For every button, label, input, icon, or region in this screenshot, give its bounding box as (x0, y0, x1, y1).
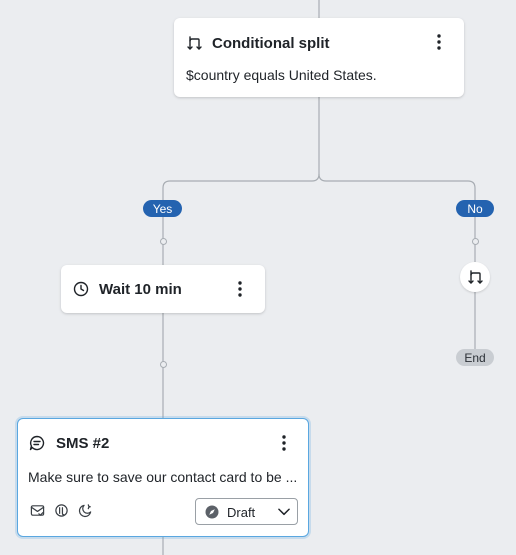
sms-card[interactable]: SMS #2 Make sure to save our contact car… (17, 418, 309, 537)
node-title: Conditional split (212, 34, 330, 52)
more-vertical-icon[interactable] (230, 278, 250, 300)
chevron-down-icon (278, 507, 290, 517)
branch-yes-label: Yes (143, 200, 182, 217)
node-title: Wait 10 min (99, 280, 182, 298)
connector-dot[interactable] (159, 238, 167, 245)
more-vertical-icon[interactable] (429, 31, 449, 53)
end-label: End (456, 349, 494, 366)
node-title: SMS #2 (56, 434, 110, 452)
link-icon (54, 503, 69, 518)
conditional-split-card[interactable]: Conditional split $country equals United… (174, 18, 464, 97)
split-node-button[interactable] (460, 262, 490, 292)
moon-icon (78, 503, 93, 518)
connector-dot[interactable] (471, 238, 479, 245)
wait-card[interactable]: Wait 10 min (61, 265, 265, 313)
sms-body-preview: Make sure to save our contact card to be… (28, 469, 298, 485)
status-select[interactable]: Draft (195, 498, 298, 525)
envelope-check-icon (30, 503, 45, 518)
clock-icon (73, 281, 89, 297)
more-vertical-icon[interactable] (274, 432, 294, 454)
branch-no-label: No (456, 200, 494, 217)
split-arrows-icon (467, 269, 483, 285)
split-condition: $country equals United States. (186, 67, 377, 83)
status-value: Draft (227, 505, 256, 520)
chat-bubble-icon (29, 435, 45, 451)
compass-icon (205, 505, 219, 519)
split-arrows-icon (186, 35, 202, 51)
connector-dot[interactable] (159, 361, 167, 368)
